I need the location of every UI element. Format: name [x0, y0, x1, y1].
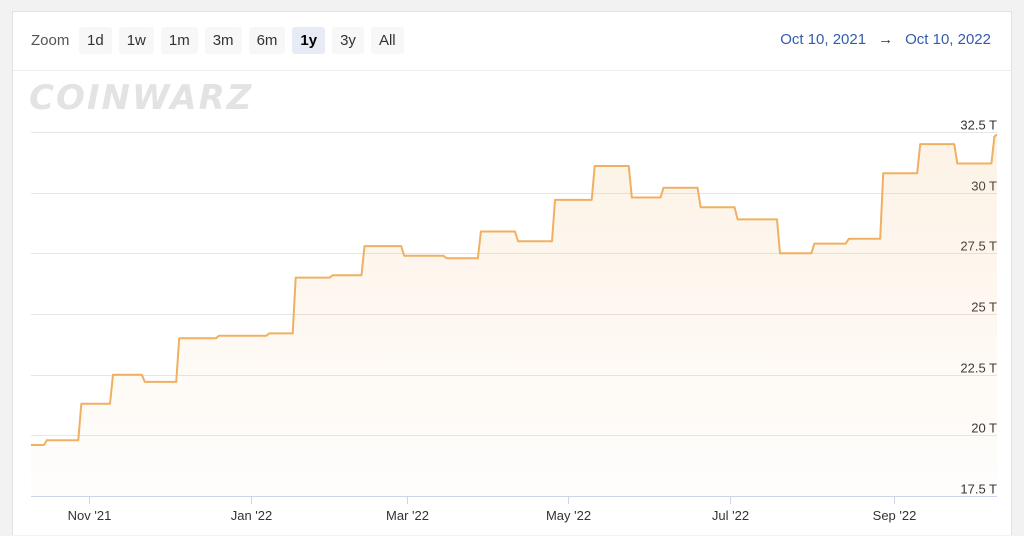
y-tick-label: 32.5 T [960, 118, 997, 133]
hashrate-chart: COINWARZ 17.5 T20 T22.5 T25 T27.5 T30 T3… [13, 70, 1013, 523]
x-tick-label: Sep '22 [873, 508, 917, 523]
chart-card: Zoom 1d 1w 1m 3m 6m 1y 3y All Oct 10, 20… [12, 11, 1013, 535]
x-tick-label: Nov '21 [68, 508, 112, 523]
x-tick-label: Jul '22 [712, 508, 749, 523]
x-tick-label: Mar '22 [386, 508, 429, 523]
x-axis: Nov '21 Jan '22 Mar '22 May '22 Jul '22 Sep '… [31, 496, 997, 523]
watermark-text: COINWARZ [29, 78, 253, 118]
watermark-logo: COINWARZ [29, 78, 253, 118]
x-tick-label: Jan '22 [231, 508, 273, 523]
x-tick-label: May '22 [546, 508, 591, 523]
series-area [31, 134, 997, 496]
